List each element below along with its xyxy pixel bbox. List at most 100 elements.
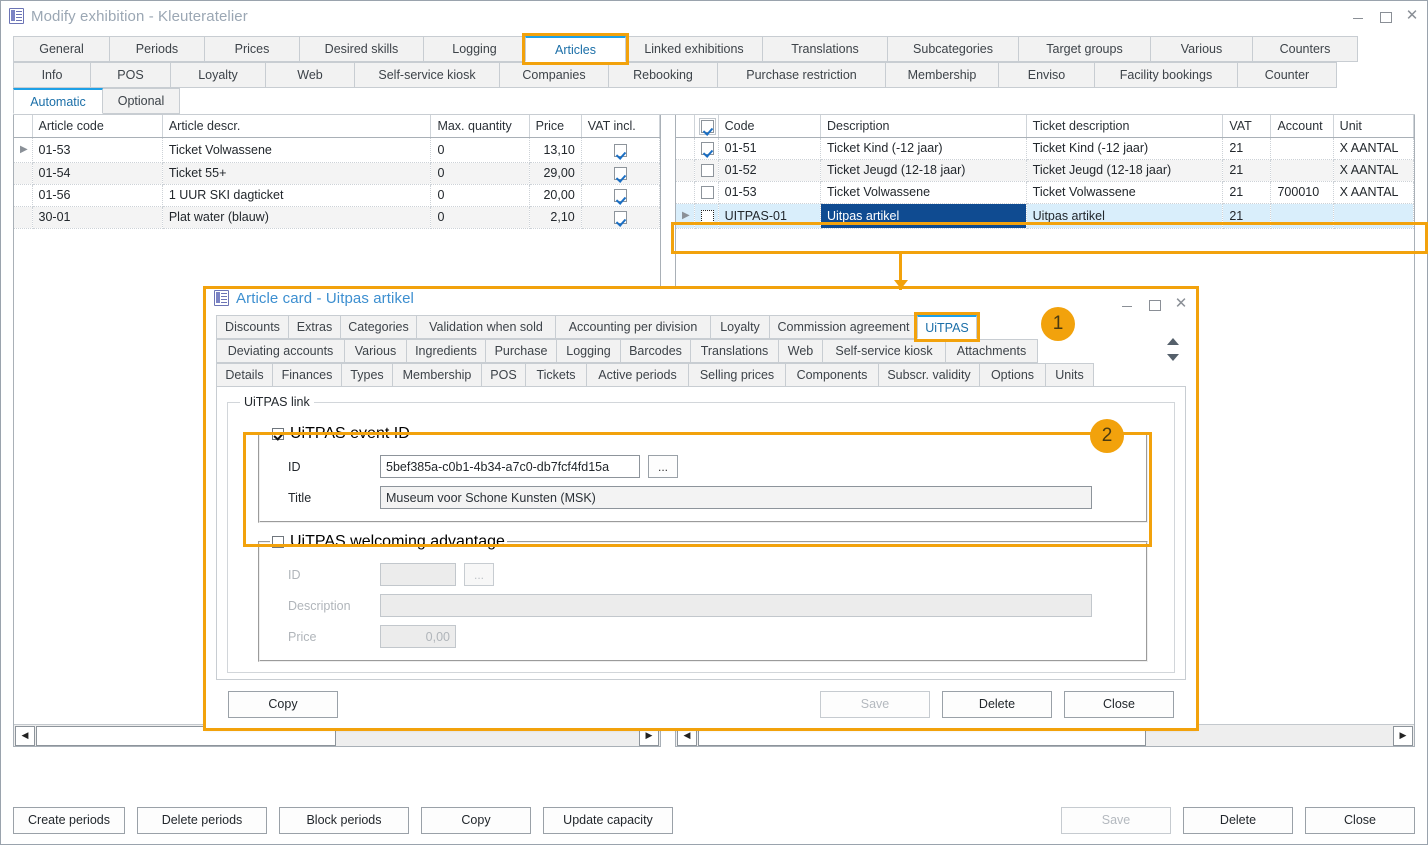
dialog-save-button[interactable]: Save: [820, 691, 930, 718]
table-row-selected[interactable]: ▶ UITPAS-01 Uitpas artikel Uitpas artike…: [676, 203, 1414, 228]
tab-general[interactable]: General: [13, 36, 110, 62]
cell-max-quantity[interactable]: 0: [431, 206, 529, 228]
row-checkbox[interactable]: [701, 164, 714, 177]
cell-unit[interactable]: X AANTAL: [1333, 159, 1413, 181]
dialog-close-icon[interactable]: ✕: [1174, 297, 1188, 311]
row-checkbox[interactable]: [701, 186, 714, 199]
uitpas-welcoming-checkbox[interactable]: [272, 536, 284, 548]
column-price[interactable]: Price: [529, 115, 581, 137]
cell-price[interactable]: 13,10: [529, 137, 581, 162]
column-max-quantity[interactable]: Max. quantity: [431, 115, 529, 137]
column-vat-incl[interactable]: VAT incl.: [581, 115, 659, 137]
dtab-loyalty[interactable]: Loyalty: [710, 315, 770, 339]
cell-max-quantity[interactable]: 0: [431, 162, 529, 184]
cell-description[interactable]: Uitpas artikel: [820, 203, 1026, 228]
cell-ticket-description[interactable]: Ticket Volwassene: [1026, 181, 1223, 203]
tab-scroll-down-icon[interactable]: [1167, 354, 1179, 361]
close-button[interactable]: Close: [1305, 807, 1415, 834]
dtab-translations[interactable]: Translations: [690, 339, 779, 363]
tab-optional[interactable]: Optional: [102, 88, 180, 114]
dtab-discounts[interactable]: Discounts: [216, 315, 289, 339]
create-periods-button[interactable]: Create periods: [13, 807, 125, 834]
cell-vat[interactable]: 21: [1223, 203, 1271, 228]
dtab-tickets[interactable]: Tickets: [525, 363, 587, 387]
cell-price[interactable]: 20,00: [529, 184, 581, 206]
column-ticket-description[interactable]: Ticket description: [1026, 115, 1223, 137]
tab-scroll-up-icon[interactable]: [1167, 338, 1179, 345]
cell-vat[interactable]: 21: [1223, 159, 1271, 181]
tab-target-groups[interactable]: Target groups: [1018, 36, 1151, 62]
update-capacity-button[interactable]: Update capacity: [543, 807, 673, 834]
column-article-code[interactable]: Article code: [32, 115, 162, 137]
column-vat[interactable]: VAT: [1223, 115, 1271, 137]
row-select-cell[interactable]: [694, 181, 718, 203]
cell-article-code[interactable]: 01-56: [32, 184, 162, 206]
cell-article-descr[interactable]: Ticket 55+: [162, 162, 431, 184]
dtab-options[interactable]: Options: [979, 363, 1046, 387]
table-row[interactable]: 01-51 Ticket Kind (-12 jaar) Ticket Kind…: [676, 137, 1414, 159]
dtab-selling-prices[interactable]: Selling prices: [688, 363, 786, 387]
dialog-maximize-icon[interactable]: [1147, 297, 1161, 311]
dialog-close-button[interactable]: Close: [1064, 691, 1174, 718]
cell-article-code[interactable]: 01-54: [32, 162, 162, 184]
cell-vat-incl[interactable]: [581, 162, 659, 184]
vat-incl-checkbox[interactable]: [614, 167, 627, 180]
dtab-components[interactable]: Components: [785, 363, 879, 387]
dtab-pos[interactable]: POS: [481, 363, 526, 387]
column-description[interactable]: Description: [820, 115, 1026, 137]
tab-membership[interactable]: Membership: [885, 62, 999, 88]
dtab-categories[interactable]: Categories: [340, 315, 417, 339]
dtab-membership[interactable]: Membership: [392, 363, 482, 387]
tab-facility-bookings[interactable]: Facility bookings: [1094, 62, 1238, 88]
dtab-self-service-kiosk[interactable]: Self-service kiosk: [822, 339, 946, 363]
cell-ticket-description[interactable]: Ticket Jeugd (12-18 jaar): [1026, 159, 1223, 181]
cell-article-code[interactable]: 01-53: [32, 137, 162, 162]
minimize-icon[interactable]: [1351, 9, 1365, 23]
delete-button[interactable]: Delete: [1183, 807, 1293, 834]
tab-pos[interactable]: POS: [90, 62, 171, 88]
row-select-cell[interactable]: [694, 137, 718, 159]
cell-price[interactable]: 2,10: [529, 206, 581, 228]
tab-web[interactable]: Web: [265, 62, 355, 88]
cell-account[interactable]: [1271, 159, 1333, 181]
cell-unit[interactable]: [1333, 203, 1413, 228]
tab-linked-exhibitions[interactable]: Linked exhibitions: [625, 36, 763, 62]
scroll-right-icon[interactable]: ▶: [1393, 726, 1413, 746]
cell-vat-incl[interactable]: [581, 206, 659, 228]
cell-article-descr[interactable]: Ticket Volwassene: [162, 137, 431, 162]
cell-vat-incl[interactable]: [581, 184, 659, 206]
dialog-minimize-icon[interactable]: [1120, 297, 1134, 311]
dtab-units[interactable]: Units: [1045, 363, 1094, 387]
cell-account[interactable]: 700010: [1271, 181, 1333, 203]
dtab-web[interactable]: Web: [778, 339, 823, 363]
tab-counters[interactable]: Counters: [1252, 36, 1358, 62]
dtab-validation-when-sold[interactable]: Validation when sold: [416, 315, 556, 339]
tab-info[interactable]: Info: [13, 62, 91, 88]
cell-account[interactable]: [1271, 137, 1333, 159]
cell-code[interactable]: 01-51: [718, 137, 820, 159]
select-all-header[interactable]: [694, 115, 718, 137]
tab-desired-skills[interactable]: Desired skills: [299, 36, 424, 62]
dtab-extras[interactable]: Extras: [288, 315, 341, 339]
cell-ticket-description[interactable]: Uitpas artikel: [1026, 203, 1223, 228]
cell-account[interactable]: [1271, 203, 1333, 228]
tab-self-service-kiosk[interactable]: Self-service kiosk: [354, 62, 500, 88]
maximize-icon[interactable]: [1378, 9, 1392, 23]
table-row[interactable]: 30-01 Plat water (blauw) 0 2,10: [14, 206, 660, 228]
close-icon[interactable]: ✕: [1405, 9, 1419, 23]
vat-incl-checkbox[interactable]: [614, 211, 627, 224]
tab-rebooking[interactable]: Rebooking: [608, 62, 718, 88]
dialog-copy-button[interactable]: Copy: [228, 691, 338, 718]
cell-article-descr[interactable]: Plat water (blauw): [162, 206, 431, 228]
dtab-logging[interactable]: Logging: [556, 339, 621, 363]
tab-companies[interactable]: Companies: [499, 62, 609, 88]
cell-vat-incl[interactable]: [581, 137, 659, 162]
cell-price[interactable]: 29,00: [529, 162, 581, 184]
cell-description[interactable]: Ticket Jeugd (12-18 jaar): [820, 159, 1026, 181]
column-account[interactable]: Account: [1271, 115, 1333, 137]
tab-loyalty[interactable]: Loyalty: [170, 62, 266, 88]
cell-ticket-description[interactable]: Ticket Kind (-12 jaar): [1026, 137, 1223, 159]
block-periods-button[interactable]: Block periods: [279, 807, 409, 834]
dtab-accounting-per-division[interactable]: Accounting per division: [555, 315, 711, 339]
cell-article-descr[interactable]: 1 UUR SKI dagticket: [162, 184, 431, 206]
